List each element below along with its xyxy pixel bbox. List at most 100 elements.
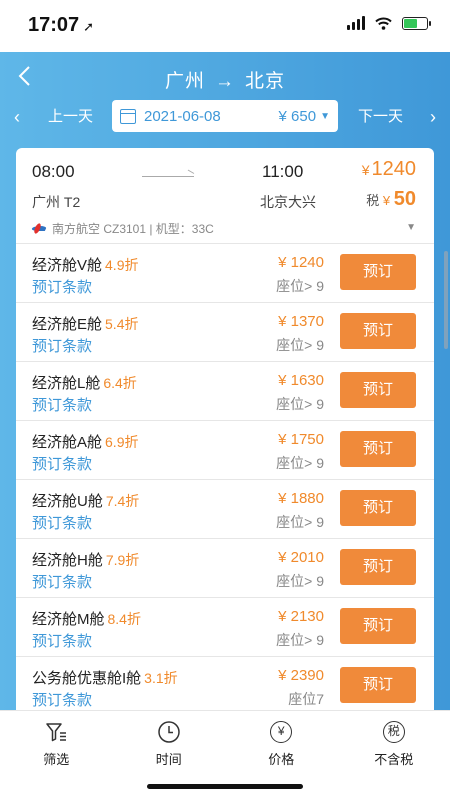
discount: 8.4折 (107, 611, 141, 627)
airline-info: 南方航空 CZ3101 | 机型：33C (32, 220, 214, 237)
origin-city: 广州 (164, 71, 205, 92)
seat-availability: 座位> 9 (276, 337, 324, 353)
cabin-class: 经济舱M舱 8.4折 (32, 608, 141, 629)
fare-row: 经济舱U舱 7.4折 预订条款 ¥ 1880 座位> 9 预订 (16, 480, 434, 539)
cabin-class: 公务舱优惠舱I舱 3.1折 (32, 667, 178, 688)
home-indicator-area (0, 776, 450, 800)
airline-text: 南方航空 CZ3101 | 机型：33C (52, 222, 214, 236)
seat-availability: 座位> 9 (276, 514, 324, 530)
date-text: 2021-06-08 (144, 107, 221, 125)
status-time: 17:07 ➚ (28, 14, 94, 37)
cabin-name: 经济舱H舱 (32, 552, 103, 569)
next-day-chevron-icon[interactable]: › (430, 101, 436, 133)
cabin-class: 经济舱A舱 6.9折 (32, 431, 138, 452)
flight-card: 08:00 11:00 广州 T2 北京大兴 ¥1240 税 ¥ 50 南方航空… (16, 148, 434, 768)
tab-time-label: 时间 (155, 752, 182, 767)
prev-day-button[interactable]: 上一天 (48, 101, 93, 133)
date-selector[interactable]: 2021-06-08 ¥ 650 ▼ (112, 100, 338, 132)
fare-row: 经济舱H舱 7.9折 预订条款 ¥ 2010 座位> 9 预订 (16, 539, 434, 598)
booking-terms-link[interactable]: 预订条款 (32, 335, 92, 356)
scrollbar[interactable] (444, 251, 448, 349)
tax-line: 税 ¥ 50 (366, 188, 416, 211)
next-day-button[interactable]: 下一天 (358, 101, 403, 133)
book-button[interactable]: 预订 (340, 549, 416, 585)
cabin-class: 经济舱H舱 7.9折 (32, 549, 139, 570)
flight-arrow-icon (142, 176, 194, 177)
tax-currency: ¥ (382, 193, 391, 208)
yen-glyph: ¥ (270, 721, 293, 743)
discount: 4.9折 (105, 257, 139, 273)
book-button[interactable]: 预订 (340, 372, 416, 408)
departure-airport: 广州 T2 (32, 194, 81, 210)
book-button[interactable]: 预订 (340, 313, 416, 349)
prev-day-chevron-icon[interactable]: ‹ (14, 101, 20, 133)
tab-filter-label: 筛选 (43, 752, 70, 767)
destination-city: 北京 (245, 71, 286, 92)
book-button[interactable]: 预订 (340, 254, 416, 290)
booking-terms-link[interactable]: 预订条款 (32, 394, 92, 415)
arrival-airport: 北京大兴 (260, 194, 316, 210)
arrival-time: 11:00 (262, 162, 304, 181)
tab-price-label: 价格 (268, 752, 295, 767)
route-title: 广州 → 北京 (0, 66, 450, 93)
booking-terms-link[interactable]: 预订条款 (32, 512, 92, 533)
book-button[interactable]: 预订 (340, 490, 416, 526)
departure-time: 08:00 (32, 162, 75, 181)
cabin-name: 经济舱A舱 (32, 434, 103, 451)
tax-label: 税 (366, 193, 380, 208)
tab-filter[interactable]: 筛选 (0, 711, 113, 776)
status-icons (347, 16, 431, 30)
fare-row: 经济舱V舱 4.9折 预订条款 ¥ 1240 座位> 9 预订 (16, 244, 434, 303)
discount: 7.4折 (105, 493, 140, 509)
book-button[interactable]: 预订 (340, 608, 416, 644)
seat-availability: 座位7 (288, 691, 324, 707)
tax-amount: 50 (393, 188, 416, 210)
fare-row: 经济舱A舱 6.9折 预订条款 ¥ 1750 座位> 9 预订 (16, 421, 434, 480)
route-arrow: → (215, 71, 235, 92)
flight-summary[interactable]: 08:00 11:00 广州 T2 北京大兴 ¥1240 税 ¥ 50 南方航空… (16, 148, 434, 244)
booking-terms-link[interactable]: 预订条款 (32, 571, 92, 592)
fare-price: ¥ 1370 (278, 313, 324, 330)
tab-price[interactable]: ¥ 价格 (225, 711, 338, 776)
bottom-toolbar: 筛选 时间 ¥ 价格 税 不含税 (0, 710, 450, 776)
tab-tax-excluded-label: 不含税 (374, 752, 414, 767)
book-button[interactable]: 预订 (340, 667, 416, 703)
fare-row: 经济舱E舱 5.4折 预订条款 ¥ 1370 座位> 9 预订 (16, 303, 434, 362)
tab-tax-excluded[interactable]: 税 不含税 (338, 711, 450, 776)
price-currency: ¥ (361, 162, 370, 178)
date-lowest-price: ¥ 650 (278, 107, 317, 125)
status-bar: 17:07 ➚ (0, 0, 450, 52)
clock-text: 17:07 (28, 14, 80, 36)
fare-price: ¥ 1240 (278, 254, 324, 271)
expand-caret-icon[interactable]: ▼ (406, 222, 416, 233)
tax-icon: 税 (381, 719, 407, 745)
booking-terms-link[interactable]: 预订条款 (32, 453, 92, 474)
wifi-icon (375, 17, 392, 30)
filter-icon (43, 719, 69, 745)
fare-row: 经济舱L舱 6.4折 预订条款 ¥ 1630 座位> 9 预订 (16, 362, 434, 421)
airline-logo-icon (32, 223, 46, 235)
seat-availability: 座位> 9 (276, 396, 324, 412)
seat-availability: 座位> 9 (276, 455, 324, 471)
tab-time[interactable]: 时间 (113, 711, 226, 776)
tax-glyph: 税 (382, 721, 405, 743)
seat-availability: 座位> 9 (276, 573, 324, 589)
cabin-name: 经济舱E舱 (32, 316, 103, 333)
discount: 5.4折 (105, 316, 139, 332)
seat-availability: 座位> 9 (276, 278, 324, 294)
book-button[interactable]: 预订 (340, 431, 416, 467)
cabin-name: 经济舱U舱 (32, 493, 103, 510)
cabin-name: 经济舱V舱 (32, 257, 103, 274)
home-indicator[interactable] (147, 784, 303, 789)
cabin-class: 经济舱E舱 5.4折 (32, 313, 138, 334)
fare-price: ¥ 1880 (278, 490, 324, 507)
calendar-icon (120, 108, 136, 124)
booking-terms-link[interactable]: 预订条款 (32, 689, 92, 710)
cabin-name: 公务舱优惠舱I舱 (32, 670, 142, 687)
fare-row: 经济舱M舱 8.4折 预订条款 ¥ 2130 座位> 9 预订 (16, 598, 434, 657)
discount: 6.9折 (105, 434, 139, 450)
booking-terms-link[interactable]: 预订条款 (32, 276, 92, 297)
booking-terms-link[interactable]: 预订条款 (32, 630, 92, 651)
fare-price: ¥ 2010 (278, 549, 324, 566)
clock-icon (156, 719, 182, 745)
